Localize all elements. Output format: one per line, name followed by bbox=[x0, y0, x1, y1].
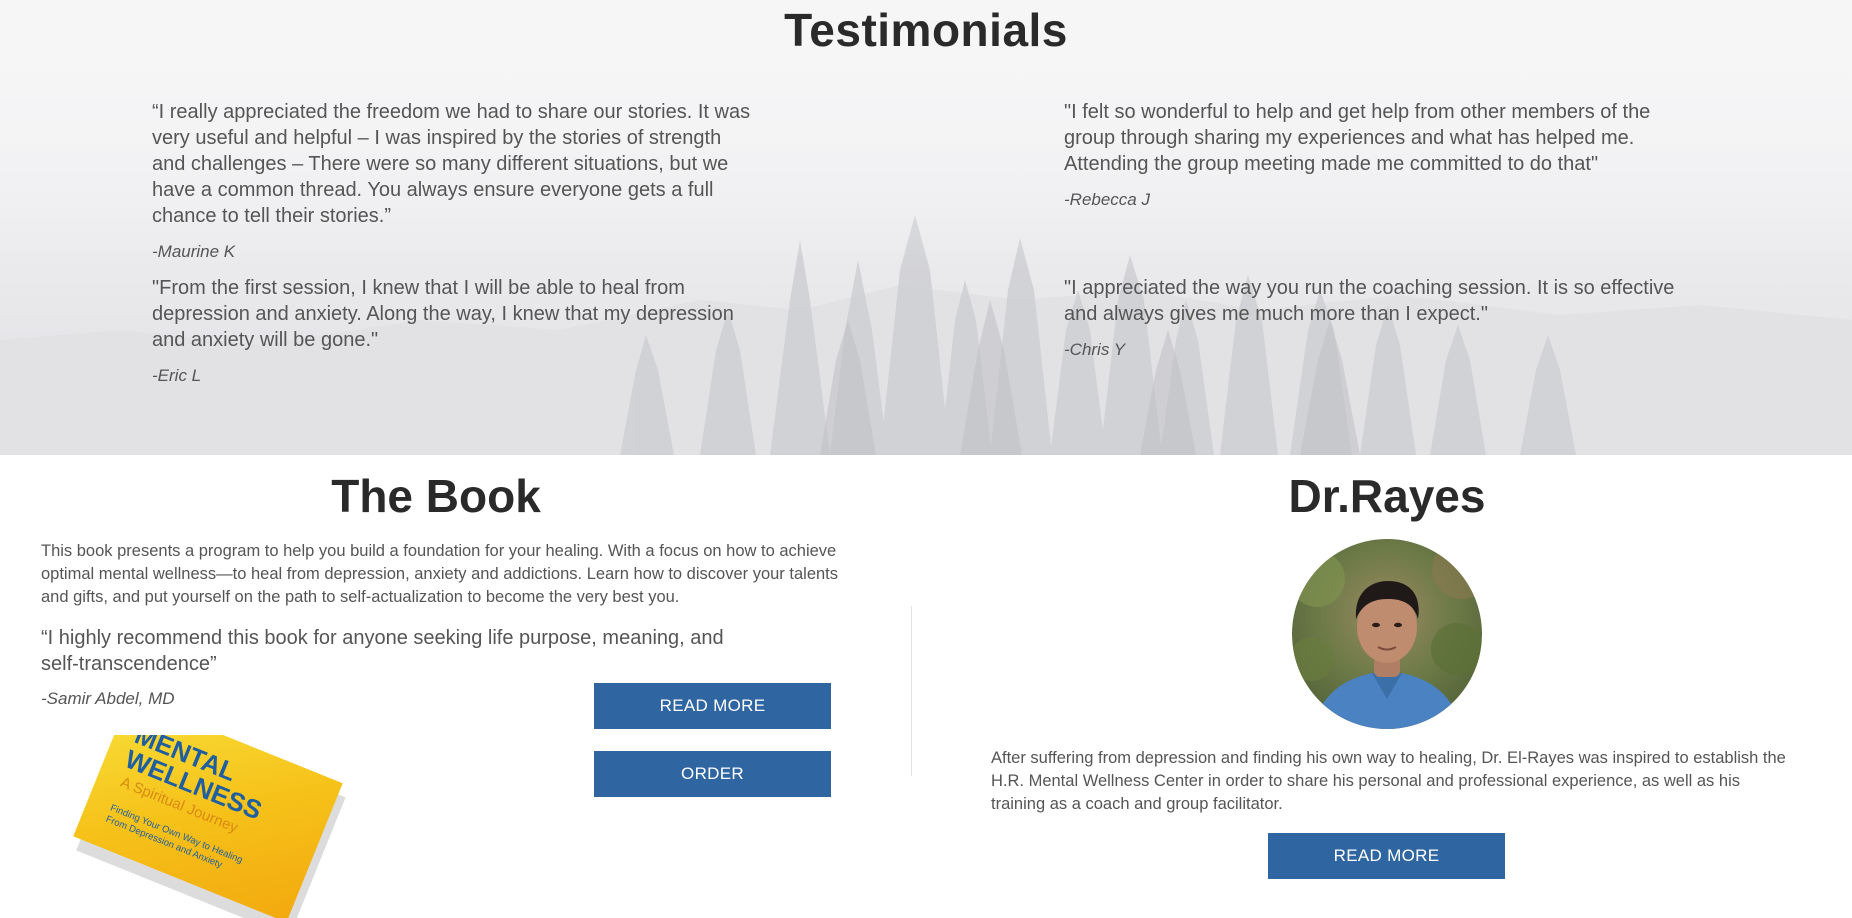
book-section-title: The Book bbox=[331, 470, 541, 522]
testimonial-author: -Eric L bbox=[152, 366, 202, 385]
doctor-bio: After suffering from depression and find… bbox=[991, 749, 1786, 813]
book-endorsement-author: -Samir Abdel, MD bbox=[41, 689, 175, 708]
testimonials-title: Testimonials bbox=[784, 4, 1068, 56]
doctor-read-more-button[interactable]: READ MORE bbox=[1268, 833, 1505, 879]
doctor-section-title: Dr.Rayes bbox=[1288, 470, 1486, 522]
testimonial-quote: "I felt so wonderful to help and get hel… bbox=[1064, 101, 1651, 175]
testimonial-author: -Rebecca J bbox=[1064, 190, 1150, 209]
testimonial-quote: “I really appreciated the freedom we had… bbox=[152, 101, 751, 227]
book-description: This book presents a program to help you… bbox=[41, 542, 839, 606]
book-cover-image[interactable]: MENTAL WELLNESS A Spiritual Journey Find… bbox=[60, 735, 390, 918]
book-order-button[interactable]: ORDER bbox=[594, 751, 831, 797]
testimonial-author: -Chris Y bbox=[1064, 340, 1126, 359]
book-read-more-button[interactable]: READ MORE bbox=[594, 683, 831, 729]
testimonial-quote: "From the first session, I knew that I w… bbox=[152, 277, 734, 351]
testimonial-author: -Maurine K bbox=[152, 242, 236, 261]
book-endorsement-quote: “I highly recommend this book for anyone… bbox=[41, 627, 724, 675]
doctor-avatar bbox=[1292, 539, 1482, 729]
testimonials-section: Testimonials “I really appreciated the f… bbox=[0, 0, 1852, 455]
testimonial-quote: "I appreciated the way you run the coach… bbox=[1064, 277, 1675, 325]
column-divider bbox=[911, 606, 912, 776]
